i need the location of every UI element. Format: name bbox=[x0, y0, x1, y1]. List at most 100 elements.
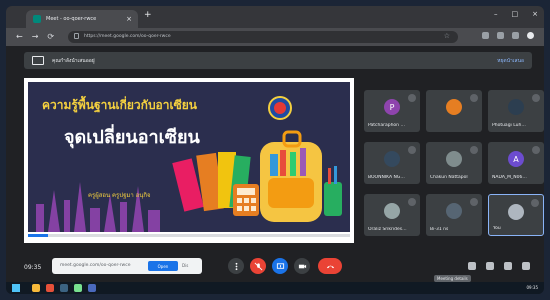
participant-tile[interactable]: You bbox=[488, 194, 544, 236]
participant-tile[interactable]: A NADA_M_N06… bbox=[488, 142, 544, 184]
mic-status-icon bbox=[408, 146, 416, 154]
app-icon[interactable] bbox=[46, 284, 54, 292]
slide-progress-bar[interactable] bbox=[28, 234, 350, 237]
participant-name: Bi-31 ns bbox=[430, 227, 449, 232]
activities-icon[interactable] bbox=[522, 262, 530, 270]
more-vert-icon bbox=[235, 262, 237, 270]
toolbar-icons bbox=[482, 32, 534, 39]
participant-tile[interactable] bbox=[426, 90, 482, 132]
forward-icon[interactable]: → bbox=[32, 31, 39, 43]
mic-status-icon bbox=[532, 146, 540, 154]
mic-status-icon bbox=[470, 198, 478, 206]
reload-icon[interactable]: ⟳ bbox=[47, 31, 54, 43]
chat-icon[interactable] bbox=[504, 262, 512, 270]
participant-tile[interactable]: P Patcharaphon … bbox=[364, 90, 420, 132]
tooltip: Meeting details bbox=[434, 275, 471, 282]
address-row: ← → ⟳ https://meet.google.com/oo-qoer-rw… bbox=[6, 28, 544, 46]
app-icon[interactable] bbox=[74, 284, 82, 292]
minimize-button[interactable]: – bbox=[494, 10, 498, 18]
bookmark-star-icon[interactable]: ☆ bbox=[444, 32, 450, 40]
tab-strip: Meet - oo-qoer-rwce × + – □ × bbox=[6, 6, 544, 28]
taskbar-clock: 09:35 bbox=[526, 285, 538, 290]
mic-status-icon bbox=[470, 146, 478, 154]
lock-icon bbox=[74, 33, 79, 39]
participant-avatar: P bbox=[384, 99, 400, 115]
info-icon[interactable] bbox=[468, 262, 476, 270]
close-window-button[interactable]: × bbox=[532, 10, 538, 18]
participant-avatar bbox=[446, 203, 462, 219]
participant-avatar bbox=[508, 204, 524, 220]
participant-name: NADA_M_N06… bbox=[492, 175, 527, 180]
file-explorer-icon[interactable] bbox=[32, 284, 40, 292]
meet-favicon-icon bbox=[33, 15, 41, 23]
tab-close-icon[interactable]: × bbox=[126, 15, 132, 23]
mic-toggle-button[interactable] bbox=[250, 258, 266, 274]
participant-avatar bbox=[384, 203, 400, 219]
presenting-label: คุณกำลังนำเสนออยู่ bbox=[52, 58, 95, 64]
calculator-illustration bbox=[233, 184, 259, 216]
present-button[interactable] bbox=[272, 258, 288, 274]
mic-status-icon bbox=[531, 199, 539, 207]
browser-window: Meet - oo-qoer-rwce × + – □ × ← → ⟳ http… bbox=[6, 6, 544, 294]
slide-canvas: ความรู้พื้นฐานเกี่ยวกับอาเซียน จุดเปลี่ย… bbox=[28, 82, 350, 232]
mic-status-icon bbox=[470, 94, 478, 102]
back-icon[interactable]: ← bbox=[16, 31, 23, 43]
mic-off-icon bbox=[254, 262, 262, 270]
participant-name: BOONNIKA NG… bbox=[368, 175, 405, 180]
present-screen-icon bbox=[32, 56, 44, 65]
extension-icon[interactable] bbox=[482, 32, 489, 39]
browser-tab[interactable]: Meet - oo-qoer-rwce × bbox=[26, 10, 138, 28]
app-icon[interactable] bbox=[60, 284, 68, 292]
profile-avatar-icon[interactable] bbox=[527, 32, 534, 39]
chrome-icon[interactable] bbox=[88, 284, 96, 292]
participant-avatar bbox=[384, 151, 400, 167]
participant-name: Oraliz Srikrides… bbox=[368, 227, 407, 232]
slide-title-line1: ความรู้พื้นฐานเกี่ยวกับอาเซียน bbox=[42, 98, 197, 112]
nav-buttons: ← → ⟳ bbox=[16, 31, 54, 43]
address-bar[interactable]: https://meet.google.com/oo-qoer-rwce ☆ bbox=[68, 31, 458, 43]
participant-name: Photuagi Luh… bbox=[492, 123, 526, 128]
participant-tile[interactable]: Oraliz Srikrides… bbox=[364, 194, 420, 236]
backpack-illustration bbox=[260, 130, 322, 222]
meeting-time: 09:35 bbox=[24, 264, 42, 271]
present-icon bbox=[276, 262, 284, 269]
puzzle-icon[interactable] bbox=[512, 32, 519, 39]
dismiss-button[interactable]: Dis bbox=[182, 263, 188, 268]
mic-status-icon bbox=[408, 198, 416, 206]
meeting-code-bar: meet.google.com/oo-qoer-rwce Open Dis bbox=[52, 258, 202, 274]
start-menu-icon[interactable] bbox=[12, 284, 20, 292]
participant-tile[interactable]: Chakun Nattapol bbox=[426, 142, 482, 184]
mic-status-icon bbox=[532, 94, 540, 102]
more-options-button[interactable] bbox=[228, 258, 244, 274]
leave-call-button[interactable] bbox=[318, 258, 342, 274]
people-icon[interactable] bbox=[486, 262, 494, 270]
os-taskbar: 09:35 bbox=[6, 282, 544, 294]
participant-avatar bbox=[508, 99, 524, 115]
shared-slide: ความรู้พื้นฐานเกี่ยวกับอาเซียน จุดเปลี่ย… bbox=[24, 78, 354, 243]
maximize-button[interactable]: □ bbox=[512, 10, 519, 18]
url-text: https://meet.google.com/oo-qoer-rwce bbox=[84, 34, 171, 39]
cup-illustration bbox=[324, 182, 342, 216]
extension-icon[interactable] bbox=[497, 32, 504, 39]
participant-tile[interactable]: Photuagi Luh… bbox=[488, 90, 544, 132]
window-controls: – □ × bbox=[494, 10, 538, 18]
slide-title-line2: จุดเปลี่ยนอาเซียน bbox=[64, 127, 200, 148]
participant-name: You bbox=[493, 226, 501, 231]
participant-avatar: A bbox=[508, 151, 524, 167]
meeting-code: meet.google.com/oo-qoer-rwce bbox=[60, 263, 131, 268]
mic-status-icon bbox=[408, 94, 416, 102]
hang-up-icon bbox=[326, 265, 334, 268]
new-tab-button[interactable]: + bbox=[144, 11, 152, 20]
participant-avatar bbox=[446, 151, 462, 167]
participant-tile[interactable]: BOONNIKA NG… bbox=[364, 142, 420, 184]
participant-avatar bbox=[446, 99, 462, 115]
stop-presenting-button[interactable]: หยุดนำเสนอ bbox=[497, 57, 524, 65]
participant-tile[interactable]: Bi-31 ns bbox=[426, 194, 482, 236]
slide-author: ครูผู้สอน ครูปฐมา อนุกิจ bbox=[88, 192, 151, 199]
camera-toggle-button[interactable] bbox=[294, 258, 310, 274]
participant-name: Chakun Nattapol bbox=[430, 175, 468, 180]
participant-name: Patcharaphon … bbox=[368, 123, 405, 128]
presentation-bar: คุณกำลังนำเสนออยู่ หยุดนำเสนอ bbox=[24, 52, 532, 69]
asean-logo-icon bbox=[268, 96, 292, 120]
open-button[interactable]: Open bbox=[148, 261, 178, 271]
